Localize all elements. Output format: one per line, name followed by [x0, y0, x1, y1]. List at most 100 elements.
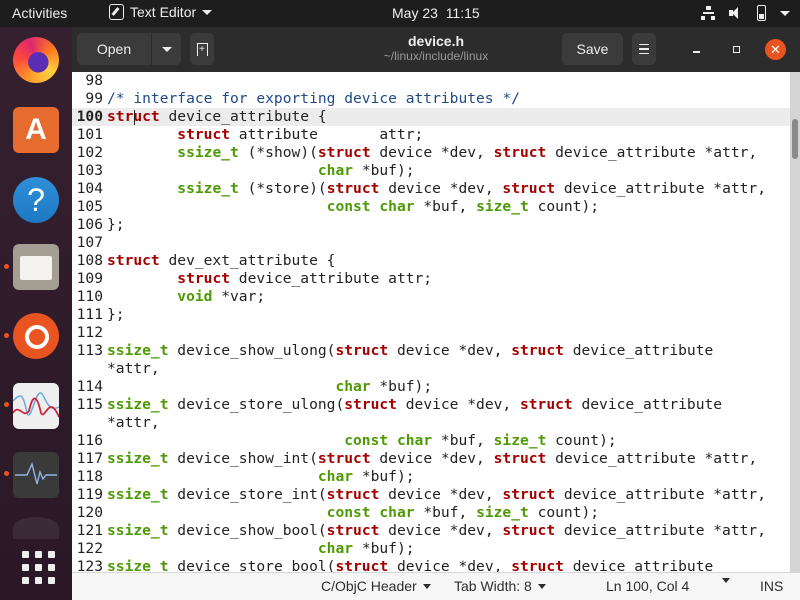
tab-width-selector[interactable]: Tab Width: 8 — [454, 578, 546, 594]
code-line[interactable]: 118 char *buf); — [72, 468, 790, 486]
battery-icon[interactable] — [757, 5, 766, 21]
code-line[interactable]: 107 — [72, 234, 790, 252]
code-line[interactable]: 123 ssize_t device_store_bool(struct devi… — [72, 558, 790, 572]
dock-item-partial-app[interactable] — [13, 517, 59, 539]
hamburger-menu-button[interactable] — [632, 33, 656, 65]
code-token: device *dev, — [396, 396, 520, 413]
save-button[interactable]: Save — [562, 33, 623, 65]
system-menu-chevron-icon[interactable] — [780, 10, 790, 16]
code-line[interactable]: 112 — [72, 324, 790, 342]
line-number: 111 — [76, 306, 103, 323]
minimize-button[interactable] — [686, 39, 706, 59]
close-button[interactable]: ✕ — [765, 39, 786, 60]
code-token: count); — [528, 504, 600, 521]
code-line-continuation[interactable]: *attr, — [72, 414, 790, 432]
position-menu-button[interactable] — [722, 578, 730, 583]
running-indicator — [4, 264, 9, 269]
chevron-down-icon — [537, 583, 546, 589]
keyword-token: struct — [335, 342, 389, 359]
line-number: 99 — [85, 90, 103, 107]
code-line[interactable]: 104 ssize_t (*store)(struct device *dev,… — [72, 180, 790, 198]
minimize-icon — [692, 51, 700, 53]
code-line[interactable]: 99/* interface for exporting device attr… — [72, 90, 790, 108]
language-selector[interactable]: C/ObjC Header — [321, 578, 431, 594]
type-token: const — [326, 198, 371, 215]
maximize-button[interactable] — [726, 39, 746, 59]
code-text: ssize_t device_store_ulong(struct device… — [107, 396, 722, 414]
code-line[interactable]: 108 struct dev_ext_attribute { — [72, 252, 790, 270]
code-line[interactable]: 100struct device_attribute { — [72, 108, 790, 126]
line-number: 114 — [76, 378, 103, 395]
code-line[interactable]: 115 ssize_t device_store_ulong(struct dev… — [72, 396, 790, 414]
type-token: ssize_t — [107, 558, 169, 572]
type-token: const — [326, 504, 371, 521]
header-bar: Open + device.h ~/linux/include/linux Sa… — [72, 27, 800, 72]
hamburger-icon — [639, 44, 649, 46]
code-token: }; — [107, 306, 125, 323]
code-line[interactable]: 122 char *buf); — [72, 540, 790, 558]
app-menu-label: Text Editor — [130, 4, 197, 20]
vertical-scrollbar[interactable] — [790, 72, 800, 572]
code-text: struct device_attribute attr; — [107, 270, 432, 288]
code-line-continuation[interactable]: *attr, — [72, 360, 790, 378]
dock-item-files[interactable] — [13, 244, 59, 290]
cursor-position[interactable]: Ln 100, Col 4 — [606, 578, 689, 594]
insert-mode-indicator[interactable]: INS — [760, 578, 783, 594]
code-line[interactable]: 109 struct device_attribute attr; — [72, 270, 790, 288]
code-line[interactable]: 113 ssize_t device_show_ulong(struct devi… — [72, 342, 790, 360]
code-token: }; — [107, 216, 125, 233]
code-token: (*store)( — [238, 180, 327, 197]
dock-item-resource-monitor[interactable] — [13, 383, 59, 429]
code-text: const char *buf, size_t count); — [107, 504, 599, 522]
code-line[interactable]: 98 — [72, 72, 790, 90]
clock[interactable]: May 23 11:15 — [392, 5, 480, 21]
type-token: ssize_t — [177, 144, 239, 161]
type-token: ssize_t — [177, 180, 239, 197]
line-number: 108 — [76, 252, 103, 269]
dock-item-software[interactable] — [13, 107, 59, 153]
type-token: char — [317, 468, 354, 485]
app-menu[interactable]: Text Editor — [109, 4, 213, 20]
code-line[interactable]: 111}; — [72, 306, 790, 324]
keyword-token: struct — [317, 144, 371, 161]
code-line[interactable]: 110 void *var; — [72, 288, 790, 306]
code-token: device_attribute { — [159, 108, 327, 125]
dock-item-firefox[interactable] — [13, 37, 59, 83]
type-token: char — [379, 198, 415, 215]
restore-icon — [732, 45, 740, 53]
code-editor[interactable]: 98 99/* interface for exporting device at… — [72, 72, 790, 572]
code-line[interactable]: 101 struct attribute attr; — [72, 126, 790, 144]
keyword-token: struct — [326, 486, 380, 503]
code-line[interactable]: 102 ssize_t (*show)(struct device *dev, … — [72, 144, 790, 162]
show-applications-button[interactable] — [13, 542, 59, 588]
type-token: char — [335, 378, 371, 395]
code-line[interactable]: 120 const char *buf, size_t count); — [72, 504, 790, 522]
dock-item-ubuntu[interactable] — [13, 313, 59, 359]
dock-item-system-monitor[interactable] — [13, 452, 59, 498]
dock-item-help[interactable]: ? — [13, 177, 59, 223]
code-line[interactable]: 103 char *buf); — [72, 162, 790, 180]
dock: ? — [0, 27, 72, 600]
code-line[interactable]: 106}; — [72, 216, 790, 234]
type-token: ssize_t — [107, 486, 169, 503]
code-text: }; — [107, 306, 125, 324]
code-line[interactable]: 121 ssize_t device_show_bool(struct devic… — [72, 522, 790, 540]
system-tray[interactable] — [701, 4, 790, 22]
volume-icon[interactable] — [729, 7, 743, 19]
line-number: 109 — [76, 270, 103, 287]
code-line[interactable]: 105 const char *buf, size_t count); — [72, 198, 790, 216]
insert-mode-label: INS — [760, 578, 784, 594]
keyword-token: struct — [177, 270, 231, 287]
code-line[interactable]: 119 ssize_t device_store_int(struct devic… — [72, 486, 790, 504]
code-token: device_attribute — [563, 342, 714, 359]
code-line[interactable]: 114 char *buf); — [72, 378, 790, 396]
network-icon[interactable] — [701, 6, 715, 20]
activities-button[interactable]: Activities — [12, 5, 67, 21]
code-line[interactable]: 117 ssize_t device_show_int(struct device… — [72, 450, 790, 468]
code-line[interactable]: 116 const char *buf, size_t count); — [72, 432, 790, 450]
scrollbar-thumb[interactable] — [792, 119, 798, 159]
